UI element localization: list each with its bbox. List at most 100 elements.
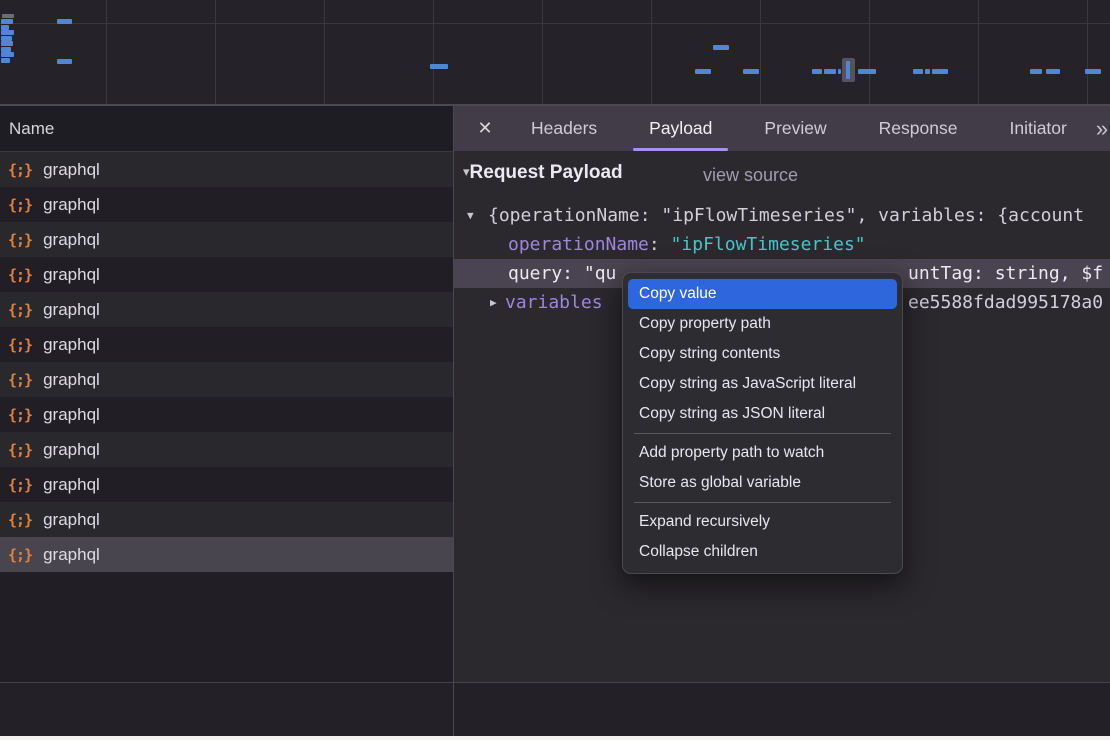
overview-gridline	[978, 0, 979, 104]
tab-label: Payload	[649, 118, 712, 139]
request-row[interactable]: {;} graphql	[0, 502, 453, 537]
menu-item-copy-string-as-javascript-literal[interactable]: Copy string as JavaScript literal	[628, 369, 897, 399]
request-row[interactable]: {;} graphql	[0, 397, 453, 432]
tab-label: Response	[879, 118, 958, 139]
json-braces-icon: {;}	[8, 511, 32, 529]
menu-item-copy-string-as-json-literal[interactable]: Copy string as JSON literal	[628, 399, 897, 429]
json-braces-icon: {;}	[8, 406, 32, 424]
overview-gridline	[542, 0, 543, 104]
view-source-link[interactable]: view source	[703, 165, 798, 186]
menu-item-add-property-path-to-watch[interactable]: Add property path to watch	[628, 438, 897, 468]
expanded-caret-icon[interactable]: ▼	[467, 201, 474, 230]
json-braces-icon: {;}	[8, 301, 32, 319]
tab-initiator[interactable]: Initiator	[990, 106, 1085, 151]
menu-item-expand-recursively[interactable]: Expand recursively	[628, 507, 897, 537]
request-list-panel: Name {;}graphql{;}graphql{;}graphql{;}gr…	[0, 106, 453, 736]
more-tabs-icon[interactable]: »	[1096, 106, 1108, 151]
waterfall-bar	[838, 69, 841, 74]
close-icon[interactable]: ✕	[472, 106, 498, 151]
page-bottom-strip	[0, 736, 1110, 740]
json-braces-icon: {;}	[8, 441, 32, 459]
collapsed-caret-icon[interactable]: ▶	[490, 288, 497, 317]
tab-payload[interactable]: Payload	[630, 106, 731, 151]
request-name: graphql	[43, 440, 100, 460]
request-row[interactable]: {;}graphql	[0, 362, 453, 397]
tab-label: Preview	[764, 118, 826, 139]
waterfall-bar	[695, 69, 711, 74]
waterfall-bar	[1046, 69, 1060, 74]
overview-gridline	[215, 0, 216, 104]
request-row[interactable]: {;} graphql	[0, 222, 453, 257]
json-braces-icon: {;}	[8, 371, 32, 389]
waterfall-bar	[824, 69, 836, 74]
waterfall-bar	[2, 14, 14, 18]
name-column-header[interactable]: Name	[0, 106, 453, 152]
tab-preview[interactable]: Preview	[745, 106, 845, 151]
waterfall-bar	[1, 52, 14, 57]
waterfall-bar	[57, 59, 72, 64]
request-row[interactable]: {;} graphql	[0, 327, 453, 362]
json-braces-icon: {;}	[8, 231, 32, 249]
request-name: graphql	[43, 265, 100, 285]
request-name: graphql	[43, 335, 100, 355]
json-braces-icon: {;}	[8, 161, 32, 179]
request-row[interactable]: {;}graphql	[0, 152, 453, 187]
request-name: graphql	[43, 510, 100, 530]
query-fragment-left: query: "qu	[508, 259, 616, 288]
key-value-separator: :	[649, 234, 671, 255]
property-key: operationName	[508, 234, 649, 255]
menu-item-copy-string-contents[interactable]: Copy string contents	[628, 339, 897, 369]
tab-response[interactable]: Response	[860, 106, 977, 151]
menu-item-copy-value[interactable]: Copy value	[628, 279, 897, 309]
overview-hover-marker	[842, 58, 855, 82]
detail-tab-bar: ✕ Headers Payload Preview Response Initiator…	[454, 106, 1110, 151]
menu-separator	[634, 502, 891, 503]
waterfall-bar	[57, 19, 72, 24]
menu-item-copy-property-path[interactable]: Copy property path	[628, 309, 897, 339]
overview-horizontal-gridline	[0, 23, 1110, 24]
request-name: graphql	[43, 545, 100, 565]
request-payload-section-header[interactable]: ▾Request Payload	[463, 162, 623, 184]
overview-gridline	[324, 0, 325, 104]
waterfall-bar	[1085, 69, 1101, 74]
request-row[interactable]: {;}graphql	[0, 537, 453, 572]
request-name: graphql	[43, 230, 100, 250]
menu-item-store-as-global-variable[interactable]: Store as global variable	[628, 468, 897, 498]
request-rows: {;} graphql {;} graphql {;} graphql {;} graphql…	[0, 152, 453, 572]
waterfall-bar	[1, 30, 14, 35]
menu-separator	[634, 433, 891, 434]
overview-gridline	[433, 0, 434, 104]
waterfall-bar	[430, 64, 448, 69]
overview-marker-tick	[846, 61, 850, 79]
request-row[interactable]: {;}graphql	[0, 187, 453, 222]
property-key: variables	[505, 288, 603, 317]
request-row[interactable]: {;}graphql	[0, 292, 453, 327]
operation-name-row[interactable]: operationName: "ipFlowTimeseries"	[454, 230, 1110, 259]
payload-summary-text: {operationName: "ipFlowTimeseries", vari…	[488, 201, 1084, 230]
json-braces-icon: {;}	[8, 476, 32, 494]
request-name: graphql	[43, 475, 100, 495]
request-row[interactable]: {;} graphql	[0, 432, 453, 467]
request-row[interactable]: {;} graphql	[0, 467, 453, 502]
payload-summary-row[interactable]: ▼ {operationName: "ipFlowTimeseries", va…	[454, 201, 1110, 230]
request-name: graphql	[43, 405, 100, 425]
tab-headers[interactable]: Headers	[512, 106, 616, 151]
waterfall-bar	[913, 69, 923, 74]
json-braces-icon: {;}	[8, 196, 32, 214]
waterfall-bar	[812, 69, 822, 74]
waterfall-bar	[713, 45, 729, 50]
waterfall-bar	[1, 41, 13, 46]
variables-fragment-right: ee5588fdad995178a0	[908, 288, 1103, 317]
devtools-network-panel: Name {;}graphql{;}graphql{;}graphql{;}gr…	[0, 0, 1110, 740]
waterfall-bar	[932, 69, 948, 74]
menu-item-collapse-children[interactable]: Collapse children	[628, 537, 897, 567]
network-overview[interactable]	[0, 0, 1110, 106]
waterfall-bar	[743, 69, 759, 74]
waterfall-bar	[925, 69, 930, 74]
overview-gridline	[1087, 0, 1088, 104]
waterfall-bar	[858, 69, 876, 74]
overview-gridline	[869, 0, 870, 104]
request-row[interactable]: {;}graphql	[0, 257, 453, 292]
json-braces-icon: {;}	[8, 336, 32, 354]
waterfall-bar	[1030, 69, 1042, 74]
